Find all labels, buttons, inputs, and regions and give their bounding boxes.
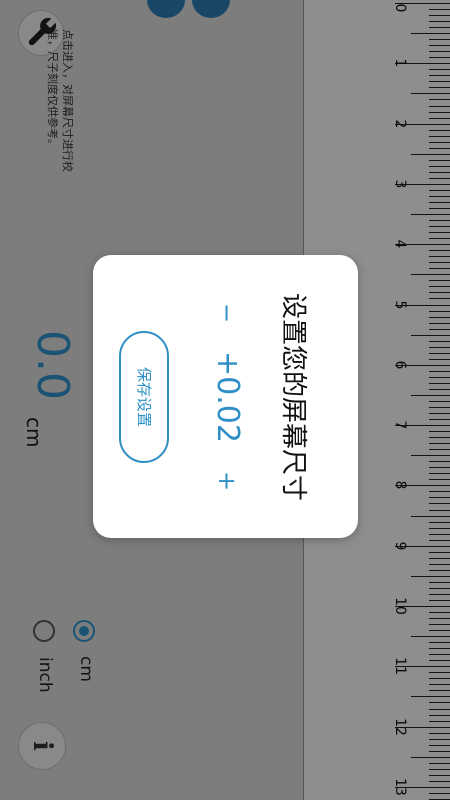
minus-icon[interactable]: − [213,301,241,325]
save-settings-button[interactable]: 保存设置 [119,331,169,463]
save-settings-label: 保存设置 [135,366,153,427]
dialog-title-text: 设置您的屏幕尺寸 [278,292,308,501]
screen-size-dialog: 设置您的屏幕尺寸 − +0.02 + 保存设置 [93,255,358,538]
ruler-app-screen: 0 1 2 3 4 5 6 7 8 9 10 11 12 13 点击进入，对屏幕尺寸进行校准，尺子刻度仅供… [0,0,450,800]
plus-icon[interactable]: + [213,469,241,493]
size-offset-text: +0.02 [210,351,245,443]
